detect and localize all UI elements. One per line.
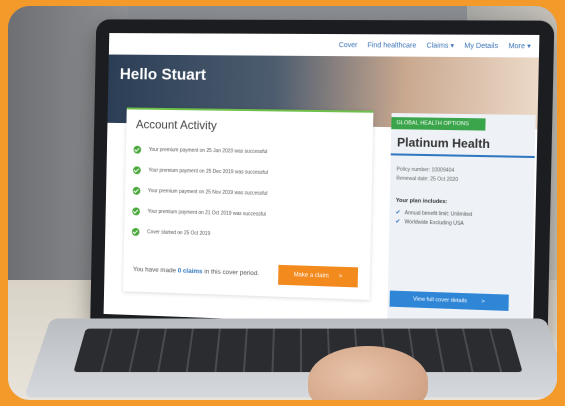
list-item: ✔ Worldwide Excluding USA: [395, 218, 472, 229]
plan-panel: GLOBAL HEALTH OPTIONS Platinum Health Po…: [387, 113, 536, 331]
claims-summary: You have made 0 claims in this cover per…: [133, 266, 259, 277]
include-text: Worldwide Excluding USA: [404, 219, 464, 227]
activity-list: Your premium payment on 25 Jan 2020 was …: [131, 139, 369, 249]
check-icon: [132, 206, 140, 215]
includes-list: ✔ Annual benefit limit: Unlimited ✔ Worldw…: [395, 209, 472, 229]
nav-more-label: More: [508, 43, 526, 51]
view-cover-label: View full cover details: [412, 296, 468, 305]
activity-text: Cover started on 25 Oct 2019: [147, 228, 211, 237]
chevron-down-icon: ▾: [527, 43, 531, 51]
check-icon: ✔: [395, 219, 401, 226]
nav-my-details[interactable]: My Details: [464, 42, 498, 49]
claims-count: 0 claims: [177, 267, 203, 276]
nav-cover[interactable]: Cover: [339, 42, 358, 49]
keyboard: [73, 328, 523, 373]
nav-claims[interactable]: Claims ▾: [426, 42, 454, 50]
plan-name: Platinum Health: [396, 135, 491, 152]
includes-title: Your plan includes:: [395, 197, 448, 206]
make-claim-label: Make a claim: [293, 272, 329, 280]
account-activity-card: Account Activity Your premium payment on…: [123, 107, 374, 300]
nav-claims-label: Claims: [426, 42, 449, 50]
check-icon: [133, 165, 141, 174]
check-icon: [132, 186, 141, 195]
laptop-base: [23, 318, 557, 398]
card-title: Account Activity: [135, 117, 217, 133]
top-nav: Cover Find healthcare Claims ▾ My Detail…: [108, 33, 540, 58]
chevron-right-icon: >: [481, 298, 485, 306]
photo-frame: Cover Find healthcare Claims ▾ My Detail…: [8, 6, 557, 400]
check-icon: [131, 227, 140, 236]
chevron-right-icon: >: [338, 273, 343, 280]
activity-text: Your premium payment on 25 Nov 2019 was …: [147, 187, 268, 197]
view-cover-button[interactable]: View full cover details >: [389, 290, 509, 311]
make-claim-button[interactable]: Make a claim >: [278, 264, 359, 288]
laptop-lid: Cover Find healthcare Claims ▾ My Detail…: [90, 19, 555, 342]
nav-more[interactable]: More ▾: [508, 42, 530, 50]
activity-text: Your premium payment on 25 Dec 2019 was …: [148, 167, 268, 176]
claims-prefix: You have made: [132, 266, 177, 275]
renewal-date: Renewal date: 25 Oct 2020: [396, 175, 459, 184]
laptop-screen: Cover Find healthcare Claims ▾ My Detail…: [103, 33, 540, 331]
activity-text: Your premium payment on 25 Jan 2020 was …: [148, 146, 268, 155]
claims-suffix: in this cover period.: [204, 268, 260, 278]
nav-find-healthcare[interactable]: Find healthcare: [367, 42, 416, 49]
plan-meta: Policy number: 10009404 Renewal date: 25…: [396, 166, 458, 186]
plan-divider: [390, 153, 535, 159]
activity-text: Your premium payment on 21 Oct 2019 was …: [147, 208, 266, 218]
check-icon: [133, 145, 142, 154]
check-icon: ✔: [395, 209, 401, 217]
page-title: Hello Stuart: [119, 66, 207, 84]
plan-ribbon: GLOBAL HEALTH OPTIONS: [391, 117, 486, 131]
chevron-down-icon: ▾: [450, 42, 455, 50]
